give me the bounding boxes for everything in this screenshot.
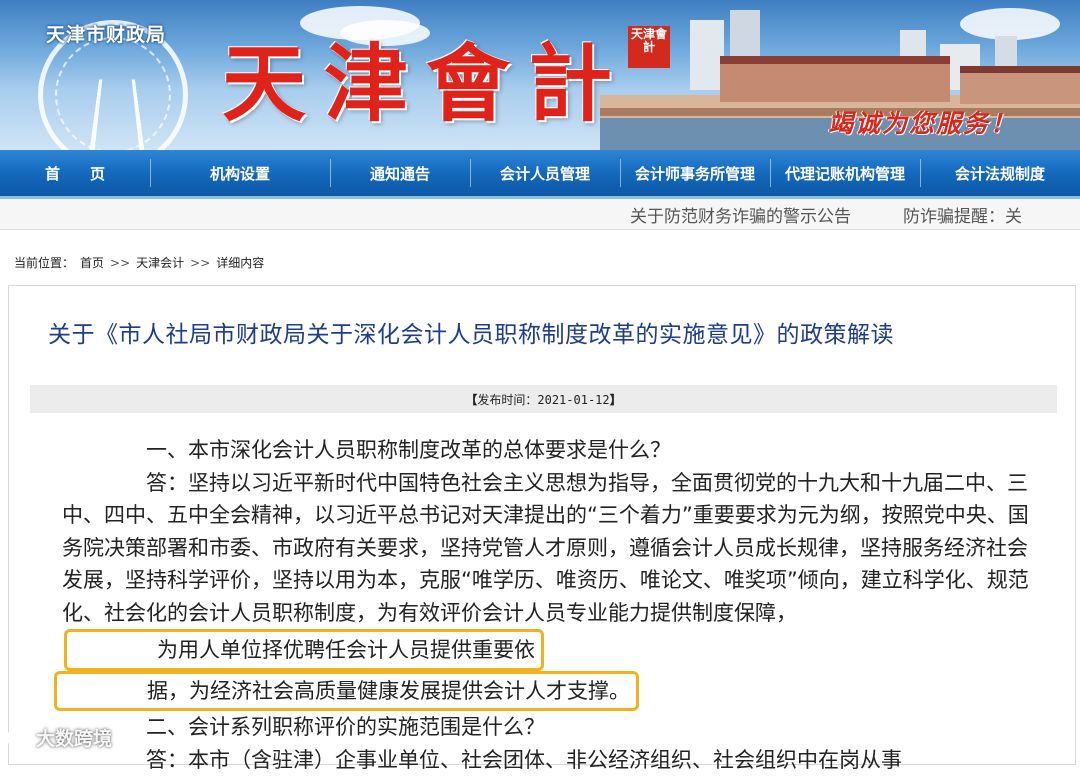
bureau-name: 天津市财政局 <box>40 18 172 49</box>
publish-date: 发布时间：2021-01-12 <box>477 391 609 408</box>
ticker-item[interactable]: 关于防范财务诈骗的警示公告 <box>630 202 851 227</box>
main-nav: 首 页 机构设置 通知通告 会计人员管理 会计师事务所管理 代理记账机构管理 会… <box>0 150 1080 199</box>
publish-bracket-close: 】 <box>610 391 622 408</box>
breadcrumb-separator: >> <box>190 256 210 270</box>
red-seal-logo: 天津會計 <box>628 26 670 68</box>
answer-1-text: 坚持以习近平新时代中国特色社会主义思想为指导，全面贯彻党的十九大和十九届二中、三… <box>62 471 1029 625</box>
watermark-text: 大数跨境 <box>36 724 112 751</box>
breadcrumb-separator: >> <box>110 256 130 270</box>
answer-2-text: 本市（含驻津）企事业单位、社会团体、非公经济组织、社会组织中在岗从事 <box>188 748 902 772</box>
nav-item-regulations[interactable]: 会计法规制度 <box>920 150 1080 196</box>
question-1: 一、本市深化会计人员职称制度改革的总体要求是什么？ <box>62 434 1042 467</box>
highlighted-sentence: 为用人单位择优聘任会计人员提供重要依 <box>64 629 544 671</box>
highlighted-sentence: 据，为经济社会高质量健康发展提供会计人才支撑。 <box>54 671 639 711</box>
answer-label: 答： <box>146 748 188 772</box>
publish-date-bar: 【 发布时间：2021-01-12 】 <box>30 385 1057 413</box>
page-title: 关于《市人社局市财政局关于深化会计人员职称制度改革的实施意见》的政策解读 <box>48 315 1048 349</box>
watermark-logo-icon <box>6 728 32 748</box>
nav-item-organization[interactable]: 机构设置 <box>150 150 330 196</box>
breadcrumb-section-link[interactable]: 天津会计 <box>136 254 184 271</box>
nav-item-accountant-management[interactable]: 会计人员管理 <box>470 150 620 196</box>
site-logo-title[interactable]: 天津會計 <box>222 36 622 132</box>
banner-slogan: 竭诚为您服务！ <box>828 104 1017 140</box>
article-body: 一、本市深化会计人员职称制度改革的总体要求是什么？ 答：坚持以习近平新时代中国特… <box>62 434 1042 776</box>
nav-item-agency-management[interactable]: 代理记账机构管理 <box>770 150 920 196</box>
site-banner: 天津市财政局 天津會計 天津會計 竭诚为您服务！ <box>0 0 1080 150</box>
news-ticker: 关于防范财务诈骗的警示公告 防诈骗提醒：关 <box>0 199 1080 230</box>
ticker-item[interactable]: 防诈骗提醒：关 <box>903 202 1022 227</box>
nav-item-firm-management[interactable]: 会计师事务所管理 <box>620 150 770 196</box>
answer-2: 答：本市（含驻津）企事业单位、社会团体、非公经济组织、社会组织中在岗从事 <box>62 744 1042 776</box>
breadcrumb-home-link[interactable]: 首页 <box>80 254 104 271</box>
breadcrumb-prefix: 当前位置： <box>14 254 74 271</box>
question-2: 二、会计系列职称评价的实施范围是什么？ <box>62 711 1042 744</box>
watermark: 大数跨境 <box>6 724 112 751</box>
answer-label: 答： <box>146 471 188 495</box>
breadcrumb-current: 详细内容 <box>216 254 264 271</box>
breadcrumb: 当前位置： 首页 >> 天津会计 >> 详细内容 <box>14 254 264 271</box>
nav-item-home[interactable]: 首 页 <box>0 150 150 196</box>
publish-bracket-open: 【 <box>465 391 477 408</box>
answer-1: 答：坚持以习近平新时代中国特色社会主义思想为指导，全面贯彻党的十九大和十九届二中… <box>62 467 1042 712</box>
nav-item-notices[interactable]: 通知通告 <box>330 150 470 196</box>
